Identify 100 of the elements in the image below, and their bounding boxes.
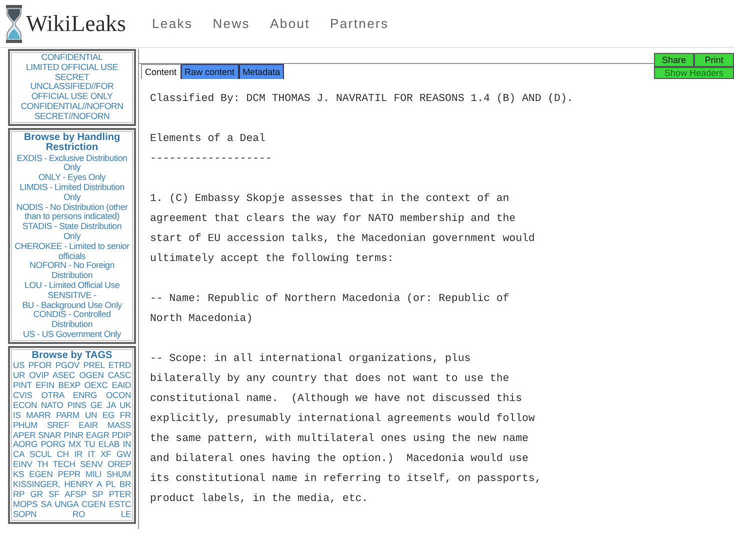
- tag-link[interactable]: CVIS: [13, 390, 32, 400]
- action-button[interactable]: Print: [694, 53, 734, 67]
- handling-link[interactable]: LIMDIS - Limited Distribution Only: [13, 182, 131, 203]
- show-headers-button[interactable]: Show Headers: [654, 67, 734, 79]
- tag-link[interactable]: SHUM: [106, 469, 131, 480]
- tag-link[interactable]: MARR: [26, 410, 51, 420]
- tag-link[interactable]: UNGA: [54, 498, 78, 509]
- tag-link[interactable]: ENRG: [72, 390, 97, 400]
- classification-link[interactable]: SECRET//NOFORN: [34, 112, 110, 122]
- tag-link[interactable]: PREL: [83, 360, 105, 370]
- tag-link[interactable]: NATO: [40, 400, 64, 410]
- tag-link[interactable]: SENV: [80, 459, 103, 470]
- tag-link[interactable]: TECH: [52, 459, 76, 470]
- tag-link[interactable]: FR: [120, 410, 131, 420]
- handling-link[interactable]: NOFORN - No Foreign Distribution: [13, 261, 131, 281]
- classification-link[interactable]: LIMITED OFFICIAL USE: [26, 62, 118, 73]
- tag-link[interactable]: ETRD: [108, 360, 131, 370]
- handling-link[interactable]: CHEROKEE - Limited to senior officials: [13, 242, 131, 262]
- tag-link[interactable]: CH: [56, 449, 69, 460]
- tag-link[interactable]: RO: [72, 508, 85, 519]
- tag-link[interactable]: GE: [90, 400, 102, 410]
- nav-link[interactable]: About: [270, 16, 310, 31]
- tag-link[interactable]: CA: [13, 449, 24, 460]
- tag-link[interactable]: BEXP: [58, 380, 80, 390]
- tag-link[interactable]: SF: [48, 489, 60, 499]
- action-button[interactable]: Share: [654, 53, 694, 67]
- tag-link[interactable]: PARM: [56, 410, 80, 420]
- tab[interactable]: Raw content: [180, 64, 239, 79]
- tag-link[interactable]: SREF: [47, 420, 70, 430]
- handling-link[interactable]: STADIS - State Distribution Only: [13, 222, 131, 242]
- tag-link[interactable]: PTER: [108, 489, 131, 499]
- tag-link[interactable]: UK: [119, 400, 131, 410]
- tag-link[interactable]: PEPR: [58, 469, 80, 480]
- tag-link[interactable]: APER: [13, 430, 36, 440]
- tag-link[interactable]: PHUM: [13, 420, 38, 430]
- nav-link[interactable]: Leaks: [152, 16, 193, 31]
- tag-link[interactable]: EAGR: [86, 430, 110, 440]
- tag-link[interactable]: ESTC: [108, 498, 131, 509]
- tag-link[interactable]: PDIP: [112, 430, 131, 440]
- tag-link[interactable]: TU: [84, 439, 96, 450]
- tag-link[interactable]: SP: [92, 489, 103, 499]
- tag-link[interactable]: AORG: [13, 439, 38, 450]
- tag-link[interactable]: PL: [106, 479, 116, 490]
- tag-link[interactable]: UR: [13, 370, 26, 380]
- tag-link[interactable]: EAIR: [78, 420, 98, 430]
- tag-link[interactable]: GR: [30, 489, 43, 499]
- tab[interactable]: Metadata: [238, 64, 284, 79]
- tab[interactable]: Content: [141, 64, 181, 79]
- tag-link[interactable]: KISSINGER, HENRY A: [13, 479, 102, 490]
- tag-link[interactable]: IS: [13, 410, 21, 420]
- classification-link[interactable]: UNCLASSIFIED//FOR OFFICIAL USE ONLY: [13, 82, 131, 102]
- tag-link[interactable]: ASEC: [52, 370, 76, 380]
- tag-link[interactable]: EFIN: [36, 380, 54, 390]
- classification-link[interactable]: SECRET: [54, 72, 90, 82]
- tag-link[interactable]: LE: [120, 508, 131, 519]
- tag-link[interactable]: PFOR: [28, 360, 52, 370]
- tag-link[interactable]: PINS: [67, 400, 86, 410]
- tag-link[interactable]: OREP: [108, 459, 131, 470]
- tag-link[interactable]: PINR: [64, 430, 84, 440]
- tag-link[interactable]: AFSP: [64, 489, 86, 499]
- tag-link[interactable]: OVIP: [29, 370, 49, 380]
- tag-link[interactable]: SNAR: [38, 430, 62, 440]
- handling-link[interactable]: CONDIS - Controlled Distribution: [13, 310, 131, 330]
- tag-link[interactable]: SA: [40, 498, 52, 509]
- tag-link[interactable]: MILI: [85, 469, 102, 480]
- handling-link[interactable]: NODIS - No Distribution (other than to persons indicated): [13, 202, 131, 222]
- tag-link[interactable]: MX: [68, 439, 81, 450]
- tag-link[interactable]: ELAB: [98, 439, 120, 450]
- wikileaks-logo-link[interactable]: WikiLeaks: [26, 10, 126, 36]
- tag-link[interactable]: ECON: [13, 400, 38, 410]
- tag-link[interactable]: KS: [13, 469, 24, 480]
- handling-link[interactable]: ONLY - Eyes Only: [38, 173, 106, 183]
- tag-link[interactable]: UN: [84, 410, 97, 420]
- tag-link[interactable]: PINT: [13, 380, 32, 390]
- tag-link[interactable]: XF: [100, 449, 112, 460]
- classification-link[interactable]: CONFIDENTIAL//NOFORN: [20, 102, 124, 112]
- tag-link[interactable]: JA: [106, 400, 116, 410]
- tag-link[interactable]: OGEN: [79, 370, 104, 380]
- tag-link[interactable]: MASS: [107, 420, 131, 430]
- classification-link[interactable]: CONFIDENTIAL: [41, 53, 103, 63]
- tag-link[interactable]: IT: [88, 449, 96, 460]
- tag-link[interactable]: CASC: [108, 370, 131, 380]
- tag-link[interactable]: PGOV: [55, 360, 80, 370]
- tag-link[interactable]: EINV: [13, 459, 32, 470]
- tag-link[interactable]: TH: [36, 459, 48, 470]
- tag-link[interactable]: OEXC: [84, 380, 108, 390]
- tag-link[interactable]: OCON: [106, 390, 131, 400]
- tag-link[interactable]: MOPS: [13, 498, 38, 509]
- tag-link[interactable]: EG: [102, 410, 114, 420]
- handling-link[interactable]: SENSITIVE -: [48, 290, 96, 301]
- handling-link[interactable]: LOU - Limited Official Use: [24, 280, 120, 291]
- tag-link[interactable]: OTRA: [41, 390, 64, 400]
- tag-link[interactable]: GW: [116, 449, 131, 460]
- tag-link[interactable]: EAID: [112, 380, 131, 390]
- nav-link[interactable]: Partners: [330, 16, 389, 31]
- tag-link[interactable]: IN: [122, 439, 131, 450]
- tag-link[interactable]: SOPN: [13, 508, 37, 519]
- handling-link[interactable]: US - US Government Only: [23, 330, 121, 340]
- tag-link[interactable]: CGEN: [82, 498, 106, 509]
- tag-link[interactable]: PORG: [40, 439, 66, 450]
